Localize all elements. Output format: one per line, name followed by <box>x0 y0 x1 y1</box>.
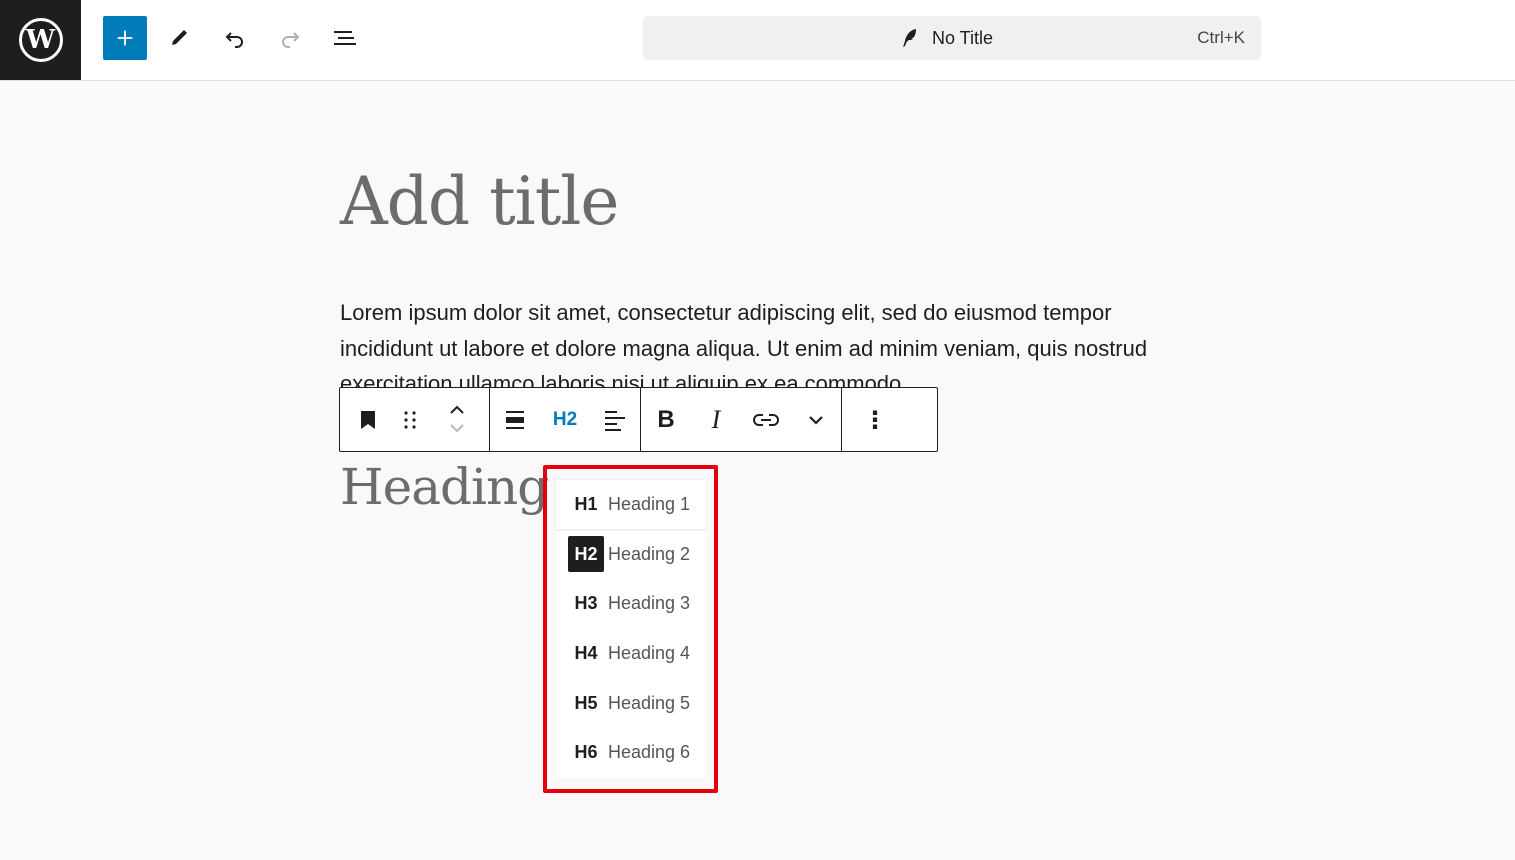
bookmark-icon <box>360 410 375 429</box>
post-title-input[interactable]: Add title <box>340 162 619 241</box>
redo-button[interactable] <box>268 16 312 60</box>
italic-button[interactable]: I <box>691 388 741 451</box>
pencil-icon <box>172 30 187 45</box>
toolbar-group-heading: H2 <box>490 388 641 451</box>
bold-button[interactable]: B <box>641 388 691 451</box>
document-overview-button[interactable] <box>323 16 367 60</box>
add-block-button[interactable] <box>103 16 147 60</box>
link-button[interactable] <box>741 388 791 451</box>
drag-handle[interactable] <box>395 388 425 451</box>
toolbar-group-block <box>340 388 490 451</box>
move-down-button[interactable] <box>448 420 466 438</box>
tools-button[interactable] <box>157 16 201 60</box>
block-toolbar: H2 B I ⋮ <box>339 387 938 452</box>
drag-handle-icon <box>404 410 416 429</box>
toolbar-group-options: ⋮ <box>842 388 908 451</box>
move-up-button[interactable] <box>448 402 466 420</box>
italic-icon: I <box>711 404 721 434</box>
align-wide-button[interactable] <box>490 388 540 451</box>
link-icon <box>753 413 779 426</box>
wordpress-logo-button[interactable]: W <box>0 0 81 80</box>
list-view-icon <box>334 31 356 45</box>
toolbar-group-format: B I <box>641 388 842 451</box>
heading-level-label: H2 <box>552 408 578 430</box>
feather-icon <box>903 29 916 47</box>
align-left-icon <box>605 410 625 431</box>
undo-button[interactable] <box>213 16 257 60</box>
redo-icon <box>282 32 300 48</box>
chevron-up-icon <box>450 405 464 414</box>
keyboard-shortcut: Ctrl+K <box>1197 28 1245 47</box>
document-title: No Title <box>932 28 994 48</box>
heading-level-button[interactable]: H2 <box>540 388 590 451</box>
block-type-button[interactable] <box>340 388 395 451</box>
highlight-box <box>543 465 718 793</box>
align-wide-icon <box>506 410 524 429</box>
heading-block[interactable]: Heading <box>340 458 549 516</box>
paragraph-block[interactable]: Lorem ipsum dolor sit amet, consectetur … <box>340 295 1200 387</box>
block-mover <box>425 388 489 451</box>
chevron-down-icon <box>809 415 823 425</box>
editor-header: W No Title Ctrl+K <box>0 0 1515 81</box>
bold-icon: B <box>657 405 675 433</box>
wordpress-logo-icon: W <box>18 18 63 62</box>
undo-icon <box>225 32 243 48</box>
text-align-button[interactable] <box>590 388 640 451</box>
more-formatting-button[interactable] <box>791 388 841 451</box>
plus-icon <box>117 30 133 46</box>
block-options-button[interactable]: ⋮ <box>842 388 908 451</box>
chevron-down-icon <box>450 423 464 432</box>
command-palette-bar[interactable]: No Title Ctrl+K <box>643 16 1261 60</box>
more-vertical-icon: ⋮ <box>863 405 887 434</box>
